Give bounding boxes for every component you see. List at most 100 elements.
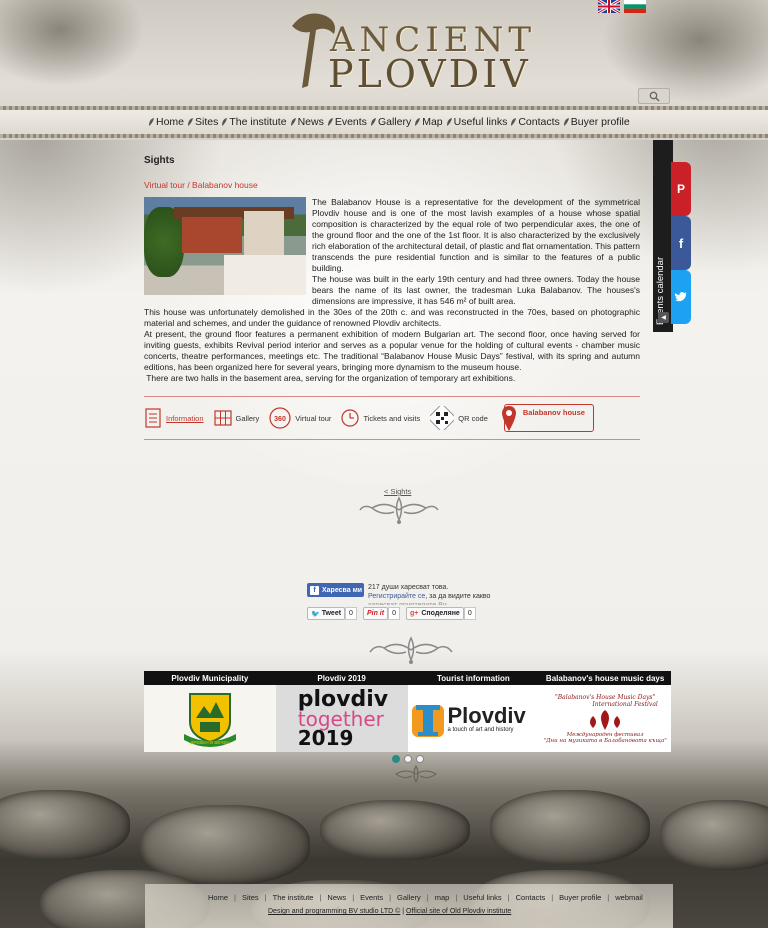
nav-item-buyer-profile[interactable]: Buyer profile — [563, 116, 630, 128]
carousel-dot-2[interactable] — [404, 755, 412, 763]
divider — [144, 439, 640, 440]
tab-location[interactable]: Balabanov house — [501, 404, 594, 432]
floral-ornament-icon — [369, 636, 453, 664]
facebook-icon: f — [310, 585, 319, 595]
footer-link-map[interactable]: map — [435, 893, 450, 902]
banner-tourist-information[interactable]: Tourist information Plovdiv a touch of a… — [407, 671, 540, 752]
nav-item-the-institute[interactable]: The institute — [221, 116, 287, 128]
tab-tickets[interactable]: Tickets and visits — [341, 408, 420, 428]
nav-item-contacts[interactable]: Contacts — [510, 116, 560, 128]
footer-link-useful-links[interactable]: Useful links — [463, 893, 501, 902]
breadcrumb-parent-link[interactable]: Virtual tour — [144, 180, 185, 190]
coat-of-arms-caption: ДРЕВЕН И ВЕЧЕН — [190, 740, 229, 745]
municipality-coat-of-arms-icon: ДРЕВЕН И ВЕЧЕН — [183, 692, 236, 747]
banner-plovdiv-2019[interactable]: Plovdiv 2019 plovdiv together 2019 — [275, 671, 408, 752]
tab-information[interactable]: Information — [144, 408, 204, 428]
leaf-icon — [563, 118, 569, 126]
page-title: Sights — [144, 155, 175, 166]
google-plus-icon: g+ — [409, 610, 419, 617]
breadcrumb-separator: / — [184, 180, 193, 190]
facebook-like-widget: f Харесва ми 217 души харесват това. Рег… — [307, 583, 490, 605]
article-paragraph: There are two halls in the basement area… — [144, 373, 516, 383]
tab-qr-code[interactable]: QR code — [430, 406, 488, 430]
banner-balabanov-music-days[interactable]: Balabanov's house music days "Balabanov'… — [539, 671, 671, 752]
clock-icon — [341, 409, 360, 427]
leaf-icon — [222, 118, 228, 126]
map-pin-icon — [501, 406, 516, 431]
footer-link-home[interactable]: Home — [208, 893, 228, 902]
facebook-icon: f — [678, 235, 684, 251]
footer-credit: Design and programming BV studio LTD © |… — [268, 908, 512, 915]
nav-item-home[interactable]: Home — [148, 116, 184, 128]
breadcrumb-current: Balabanov house — [192, 180, 258, 190]
expand-arrow-icon[interactable]: ◀ — [658, 312, 669, 323]
uk-flag-icon[interactable] — [598, 0, 620, 13]
breadcrumb: Virtual tour / Balabanov house — [144, 180, 640, 190]
folk-ornament-icon — [590, 709, 621, 730]
nav-item-useful-links[interactable]: Useful links — [446, 116, 507, 128]
official-site-link[interactable]: Official site of Old Plovdiv institute — [406, 908, 511, 915]
leaf-icon — [149, 118, 154, 126]
footer-link-news[interactable]: News — [327, 893, 346, 902]
twitter-bird-icon: 🐦 — [311, 610, 320, 618]
document-icon — [145, 408, 161, 428]
nav-item-sites[interactable]: Sites — [187, 116, 218, 128]
search-button[interactable] — [638, 88, 670, 104]
footer-link-the-institute[interactable]: The institute — [273, 893, 314, 902]
tweet-button[interactable]: 🐦 Tweet — [307, 607, 346, 620]
gallery-grid-icon — [213, 410, 232, 426]
google-plus-share-button[interactable]: g+ Споделяне — [405, 607, 464, 620]
facebook-like-text: 217 души харесват това. Регистрирайте се… — [368, 584, 491, 605]
balabanov-house-photo[interactable] — [144, 197, 306, 295]
article-paragraph: This house was unfortunately demolished … — [144, 307, 640, 328]
share-buttons: 🐦 Tweet 0 Pin it 0 g+ Споделяне 0 — [307, 607, 476, 620]
leaf-icon — [511, 118, 517, 126]
footer-nav: Home | Sites | The institute | News | Events… — [208, 893, 643, 902]
twitter-link[interactable] — [671, 270, 691, 324]
tweet-count: 0 — [345, 607, 357, 620]
footer-link-gallery[interactable]: Gallery — [397, 893, 421, 902]
qr-code-icon — [430, 406, 455, 430]
site-logo[interactable]: ANCIENT PLOVDIV — [280, 2, 570, 96]
facebook-like-button[interactable]: f Харесва ми — [307, 583, 364, 597]
design-credit-link[interactable]: Design and programming BV studio LTD © — [268, 908, 400, 915]
nav-item-news[interactable]: News — [290, 116, 324, 128]
leaf-icon — [415, 118, 421, 126]
pin-it-button[interactable]: Pin it — [362, 607, 389, 620]
facebook-register-link[interactable]: Регистрирайте се — [368, 593, 425, 600]
footer-link-buyer-profile[interactable]: Buyer profile — [559, 893, 601, 902]
main-content: Sights Virtual tour / Balabanov house Th… — [144, 150, 640, 440]
main-nav: Home Sites The institute News Events Gal… — [148, 116, 633, 128]
site-header: ANCIENT PLOVDIV Home Sites The institute… — [0, 0, 768, 140]
floral-ornament-icon — [394, 764, 438, 784]
pinterest-link[interactable]: P — [671, 162, 691, 216]
footer-link-sites[interactable]: Sites — [242, 893, 259, 902]
pin-count: 0 — [388, 607, 400, 620]
carousel-dot-1[interactable] — [392, 755, 400, 763]
leaf-icon — [446, 118, 452, 126]
column-logo-icon — [411, 704, 444, 737]
carousel-dot-3[interactable] — [416, 755, 424, 763]
nav-item-gallery[interactable]: Gallery — [370, 116, 411, 128]
footer — [145, 884, 673, 928]
banner-plovdiv-municipality[interactable]: Plovdiv Municipality ДРЕВЕН И ВЕЧЕН — [144, 671, 276, 752]
partner-banners: Plovdiv Municipality ДРЕВЕН И ВЕЧЕН Plov… — [144, 671, 671, 752]
facebook-link[interactable]: f — [671, 216, 691, 270]
twitter-icon — [675, 292, 687, 302]
logo-text-plovdiv: PLOVDIV — [328, 52, 531, 96]
tab-gallery[interactable]: Gallery — [213, 408, 259, 428]
nav-item-map[interactable]: Map — [414, 116, 443, 128]
article-paragraph: At present, the ground floor features a … — [144, 329, 640, 372]
language-switcher — [598, 0, 646, 13]
leaf-icon — [370, 118, 376, 126]
bg-flag-icon[interactable] — [624, 0, 646, 13]
footer-link-webmail[interactable]: webmail — [615, 893, 643, 902]
nav-item-events[interactable]: Events — [327, 116, 367, 128]
tab-virtual-tour[interactable]: 360 Virtual tour — [269, 407, 331, 429]
pinterest-icon: P — [676, 182, 685, 196]
header-rail-bottom — [0, 134, 768, 138]
footer-link-events[interactable]: Events — [360, 893, 383, 902]
article-body: The Balabanov House is a representative … — [144, 197, 640, 384]
leaf-icon — [188, 118, 194, 126]
footer-link-contacts[interactable]: Contacts — [516, 893, 546, 902]
